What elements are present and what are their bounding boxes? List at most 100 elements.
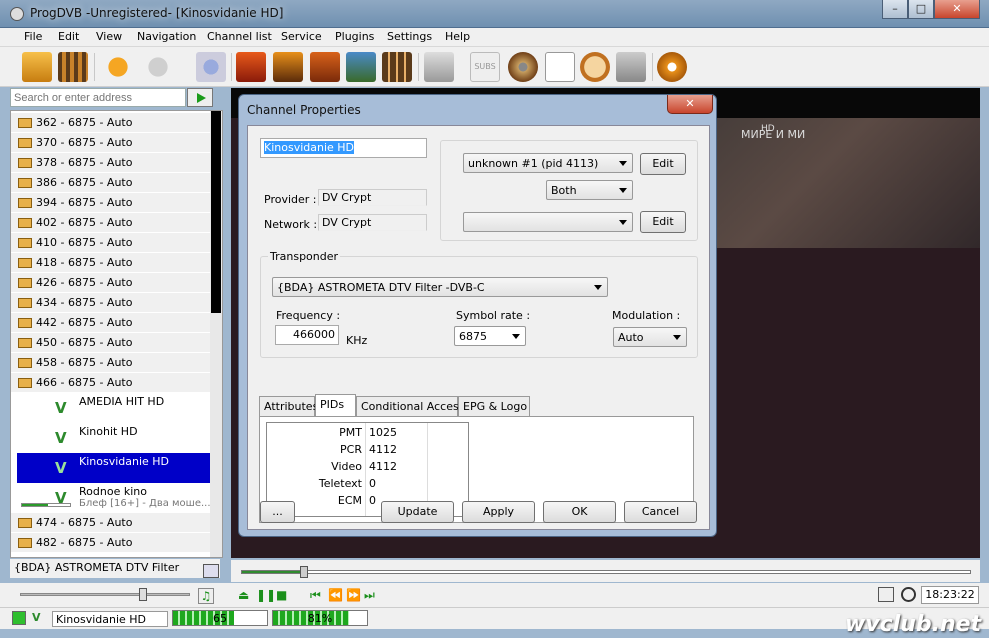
3d-icon[interactable] — [310, 52, 340, 82]
menu-service[interactable]: Service — [281, 30, 322, 43]
audio-channels-combo[interactable]: Both — [546, 180, 633, 200]
list-view-icon[interactable] — [203, 564, 219, 578]
menu-plugins[interactable]: Plugins — [335, 30, 374, 43]
music-note-icon[interactable]: ♫ — [198, 588, 214, 604]
group-row[interactable]: 386 - 6875 - Auto — [11, 173, 210, 193]
seek-thumb[interactable] — [300, 566, 309, 578]
picture-icon[interactable] — [346, 52, 376, 82]
group-row[interactable]: 434 - 6875 - Auto — [11, 293, 210, 313]
back-arrow-icon[interactable] — [100, 52, 130, 82]
folder-icon — [18, 158, 32, 168]
channel-item[interactable]: V AMEDIA HIT HD — [17, 393, 212, 423]
table-row: PCR 4112 — [340, 443, 397, 456]
rewind-icon[interactable]: ⏪ — [328, 588, 343, 602]
group-row[interactable]: 474 - 6875 - Auto — [11, 513, 210, 533]
window-title: ProgDVB -Unregistered- [Kinosvidanie HD] — [30, 6, 284, 20]
folder-icon — [18, 258, 32, 268]
monitor-icon[interactable] — [236, 52, 266, 82]
scrollbar-thumb[interactable] — [211, 111, 221, 313]
menu-view[interactable]: View — [96, 30, 122, 43]
tab-conditional-access[interactable]: Conditional Access — [356, 396, 464, 416]
tab-attributes[interactable]: Attributes — [259, 396, 318, 416]
scan-icon[interactable] — [196, 52, 226, 82]
group-row[interactable]: 402 - 6875 - Auto — [11, 213, 210, 233]
menu-help[interactable]: Help — [445, 30, 470, 43]
seek-bar[interactable] — [241, 566, 971, 578]
group-row[interactable]: 426 - 6875 - Auto — [11, 273, 210, 293]
close-button[interactable]: ✕ — [934, 0, 980, 19]
status-channel-name: Kinosvidanie HD — [52, 611, 168, 627]
subs-icon[interactable]: SUBS — [470, 52, 500, 82]
watermark: wvclub.net — [845, 612, 982, 637]
group-row[interactable]: 394 - 6875 - Auto — [11, 193, 210, 213]
more-button[interactable]: ... — [260, 501, 295, 523]
menu-channel-list[interactable]: Channel list — [207, 30, 272, 43]
menu-file[interactable]: File — [24, 30, 42, 43]
folder-icon — [18, 238, 32, 248]
group-row[interactable]: 442 - 6875 - Auto — [11, 313, 210, 333]
film-icon[interactable] — [58, 52, 88, 82]
transponder-combo[interactable]: {BDA} ASTROMETA DTV Filter -DVB-C — [272, 277, 608, 297]
edit-button-2[interactable]: Edit — [640, 211, 686, 233]
channel-name-field[interactable]: Kinosvidanie HD — [260, 138, 427, 158]
grid-icon[interactable] — [382, 52, 412, 82]
fast-forward-icon[interactable]: ⏩ — [346, 588, 361, 602]
modulation-combo[interactable]: Auto — [613, 327, 687, 347]
tab-pids[interactable]: PIDs — [315, 394, 356, 416]
tab-epg-logo[interactable]: EPG & Logo — [458, 396, 530, 416]
menu-edit[interactable]: Edit — [58, 30, 79, 43]
minimize-button[interactable]: – — [882, 0, 908, 19]
symbol-rate-combo[interactable]: 6875 — [454, 326, 526, 346]
channel-list-scrollbar[interactable] — [210, 111, 222, 557]
frequency-field[interactable]: 466000 — [275, 325, 339, 345]
channel-item[interactable]: V Kinohit HD — [17, 423, 212, 453]
maximize-button[interactable]: □ — [908, 0, 934, 19]
folder-icon — [18, 518, 32, 528]
group-row[interactable]: 362 - 6875 - Auto — [11, 113, 210, 133]
second-combo[interactable] — [463, 212, 633, 232]
group-row[interactable]: 482 - 6875 - Auto — [11, 533, 210, 553]
timer-icon[interactable] — [580, 52, 610, 82]
gear-icon[interactable] — [657, 52, 687, 82]
group-row[interactable]: 450 - 6875 - Auto — [11, 333, 210, 353]
folder-open-icon[interactable] — [22, 52, 52, 82]
equalizer-icon[interactable] — [878, 587, 894, 602]
table-row: Teletext 0 — [318, 477, 376, 490]
channel-item-selected[interactable]: V Kinosvidanie HD — [17, 453, 212, 483]
channel-list[interactable]: 362 - 6875 - Auto 370 - 6875 - Auto 378 … — [10, 110, 223, 558]
group-row[interactable]: 370 - 6875 - Auto — [11, 133, 210, 153]
eject-icon[interactable]: ⏏ — [238, 588, 249, 602]
group-row[interactable]: 418 - 6875 - Auto — [11, 253, 210, 273]
notes-icon[interactable] — [545, 52, 575, 82]
search-input[interactable] — [10, 88, 186, 107]
ok-button[interactable]: OK — [543, 501, 616, 523]
time-display: 18:23:22 — [921, 586, 979, 604]
monitor-pip-icon[interactable] — [273, 52, 303, 82]
cancel-button[interactable]: Cancel — [624, 501, 697, 523]
group-row[interactable]: 466 - 6875 - Auto — [11, 373, 210, 393]
window-icon[interactable] — [616, 52, 646, 82]
menu-settings[interactable]: Settings — [387, 30, 432, 43]
record-icon[interactable] — [424, 52, 454, 82]
go-button[interactable] — [187, 88, 213, 107]
audio-track-combo[interactable]: unknown #1 (pid 4113) — [463, 153, 633, 173]
group-row[interactable]: 378 - 6875 - Auto — [11, 153, 210, 173]
menu-navigation[interactable]: Navigation — [137, 30, 196, 43]
skip-forward-icon[interactable]: ⏭ — [364, 588, 375, 602]
apply-button[interactable]: Apply — [462, 501, 535, 523]
volume-slider[interactable] — [20, 588, 190, 601]
channel-item[interactable]: V Rodnoe kino Блеф [16+] - Два моше... — [17, 483, 212, 513]
disc-icon[interactable] — [508, 52, 538, 82]
group-row[interactable]: 410 - 6875 - Auto — [11, 233, 210, 253]
skip-back-icon[interactable]: ⏮ — [310, 588, 321, 602]
update-button[interactable]: Update — [381, 501, 454, 523]
volume-thumb[interactable] — [138, 588, 147, 601]
forward-arrow-icon[interactable] — [146, 52, 176, 82]
group-row[interactable]: 458 - 6875 - Auto — [11, 353, 210, 373]
clock-icon[interactable] — [901, 587, 916, 602]
pause-icon[interactable]: ❚❚ — [256, 588, 276, 602]
stop-icon[interactable]: ■ — [276, 588, 287, 602]
dialog-close-button[interactable]: ✕ — [667, 95, 713, 114]
folder-icon — [18, 298, 32, 308]
edit-button-1[interactable]: Edit — [640, 153, 686, 175]
